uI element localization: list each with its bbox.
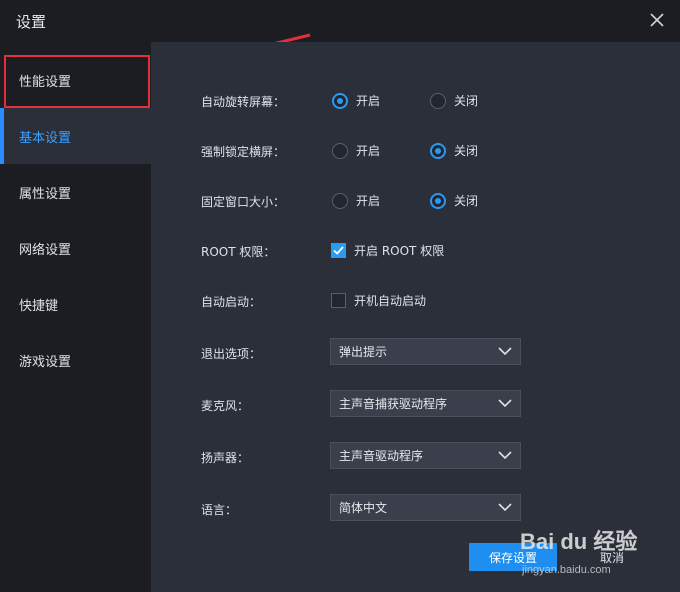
speaker-select[interactable]: 主声音驱动程序	[330, 442, 521, 469]
fixed-window-off-radio[interactable]: 关闭	[430, 192, 478, 209]
chevron-down-icon	[498, 347, 512, 356]
select-value: 弹出提示	[339, 345, 388, 359]
chevron-down-icon	[498, 503, 512, 512]
settings-panel: 自动旋转屏幕： 开启 关闭 强制锁定横屏： 开启 关闭 固定窗口大小： 开启 关…	[151, 42, 680, 592]
microphone-label: 麦克风：	[201, 399, 250, 413]
radio-label: 关闭	[454, 94, 479, 108]
sidebar-item-label: 快捷键	[19, 298, 59, 314]
sidebar: 性能设置 基本设置 属性设置 网络设置 快捷键 游戏设置	[0, 42, 151, 592]
exit-option-label: 退出选项：	[201, 347, 262, 361]
force-landscape-on-radio[interactable]: 开启	[332, 142, 380, 159]
exit-option-select[interactable]: 弹出提示	[330, 338, 521, 365]
title-bar: 设置	[0, 0, 680, 42]
window-title: 设置	[16, 13, 47, 31]
sidebar-item-properties[interactable]: 属性设置	[0, 164, 151, 220]
check-icon	[333, 246, 344, 255]
root-label: ROOT 权限：	[201, 245, 276, 259]
select-value: 主声音捕获驱动程序	[339, 397, 448, 411]
language-select[interactable]: 简体中文	[330, 494, 521, 521]
sidebar-item-label: 性能设置	[19, 74, 72, 90]
checkbox-label: 开机自动启动	[354, 294, 427, 308]
select-value: 简体中文	[339, 501, 388, 515]
auto-rotate-off-radio[interactable]: 关闭	[430, 92, 478, 109]
microphone-select[interactable]: 主声音捕获驱动程序	[330, 390, 521, 417]
radio-label: 关闭	[454, 194, 479, 208]
sidebar-item-network[interactable]: 网络设置	[0, 220, 151, 276]
autostart-checkbox[interactable]: 开机自动启动	[331, 292, 426, 309]
speaker-label: 扬声器：	[201, 451, 250, 465]
force-landscape-off-radio[interactable]: 关闭	[430, 142, 478, 159]
sidebar-item-game[interactable]: 游戏设置	[0, 332, 151, 388]
radio-label: 开启	[356, 194, 381, 208]
fixed-window-on-radio[interactable]: 开启	[332, 192, 380, 209]
radio-circle	[332, 192, 348, 209]
sidebar-item-label: 基本设置	[19, 130, 72, 146]
radio-circle	[332, 142, 348, 159]
radio-circle	[430, 192, 446, 209]
force-landscape-label: 强制锁定横屏：	[201, 145, 286, 159]
sidebar-item-performance[interactable]: 性能设置	[0, 52, 151, 108]
language-label: 语言：	[201, 503, 238, 517]
sidebar-item-label: 网络设置	[19, 242, 72, 258]
sidebar-item-label: 游戏设置	[19, 354, 72, 370]
chevron-down-icon	[498, 399, 512, 408]
radio-circle	[430, 92, 446, 109]
radio-label: 开启	[356, 94, 381, 108]
root-checkbox[interactable]: 开启 ROOT 权限	[331, 242, 444, 259]
save-button[interactable]: 保存设置	[469, 543, 557, 571]
checkbox-box	[331, 293, 346, 308]
radio-label: 关闭	[454, 144, 479, 158]
radio-label: 开启	[356, 144, 381, 158]
auto-rotate-label: 自动旋转屏幕：	[201, 95, 286, 109]
select-value: 主声音驱动程序	[339, 449, 424, 463]
checkbox-label: 开启 ROOT 权限	[354, 244, 445, 258]
radio-circle	[332, 92, 348, 109]
autostart-label: 自动启动：	[201, 295, 262, 309]
cancel-button[interactable]: 取消	[581, 543, 643, 571]
sidebar-item-shortcuts[interactable]: 快捷键	[0, 276, 151, 332]
chevron-down-icon	[498, 451, 512, 460]
sidebar-item-label: 属性设置	[19, 186, 72, 202]
auto-rotate-on-radio[interactable]: 开启	[332, 92, 380, 109]
radio-circle	[430, 142, 446, 159]
sidebar-item-basic[interactable]: 基本设置	[0, 108, 151, 164]
close-icon[interactable]	[648, 11, 666, 29]
fixed-window-label: 固定窗口大小：	[201, 195, 286, 209]
checkbox-box	[331, 243, 346, 258]
